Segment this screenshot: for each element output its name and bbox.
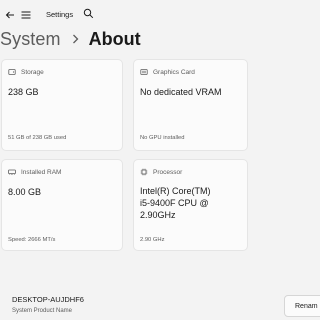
app-title: Settings (46, 10, 74, 19)
device-name-row: DESKTOP-AUJDHF6 System Product Name Rena… (0, 284, 320, 320)
ram-label: Installed RAM (21, 168, 62, 176)
graphics-card-value: No dedicated VRAM (140, 87, 222, 97)
graphics-card[interactable]: Graphics Card No dedicated VRAM No GPU i… (133, 59, 248, 151)
ram-card-header: Installed RAM (8, 168, 61, 176)
graphics-card-icon (140, 69, 148, 75)
chevron-right-icon (72, 34, 79, 44)
storage-card-header: Storage (8, 68, 44, 76)
processor-card[interactable]: Processor Intel(R) Core(TM) i5-9400F CPU… (133, 159, 248, 251)
graphics-card-detail: No GPU installed (140, 135, 185, 141)
ram-value: 8.00 GB (8, 187, 42, 197)
ram-detail: Speed: 2666 MT/s (8, 237, 56, 243)
processor-card-header: Processor (140, 168, 182, 176)
device-product-name: System Product Name (12, 308, 73, 314)
processor-value-line: i5-9400F CPU @ (140, 198, 209, 208)
graphics-card-header: Graphics Card (140, 68, 195, 76)
processor-value-line: Intel(R) Core(TM) (140, 186, 211, 196)
processor-label: Processor (153, 168, 183, 176)
device-name: DESKTOP-AUJDHF6 (12, 295, 84, 304)
storage-icon (8, 69, 16, 75)
storage-detail: 51 GB of 238 GB used (8, 135, 67, 141)
storage-value: 238 GB (8, 87, 39, 97)
processor-icon (140, 168, 148, 176)
processor-value: Intel(R) Core(TM) i5-9400F CPU @ 2.90GHz (140, 185, 211, 221)
rename-button[interactable]: Renam (284, 295, 320, 317)
breadcrumb-system[interactable]: System (0, 29, 61, 50)
ram-icon (8, 169, 16, 175)
storage-label: Storage (21, 68, 44, 76)
processor-detail: 2.90 GHz (140, 237, 165, 243)
search-icon[interactable] (83, 8, 94, 19)
processor-value-line: 2.90GHz (140, 210, 176, 220)
ram-card[interactable]: Installed RAM 8.00 GB Speed: 2666 MT/s (1, 159, 123, 251)
breadcrumb: System About (0, 26, 141, 52)
graphics-card-label: Graphics Card (153, 68, 195, 76)
back-arrow-icon[interactable] (4, 9, 16, 21)
storage-card[interactable]: Storage 238 GB 51 GB of 238 GB used (1, 59, 123, 151)
page-title: About (88, 28, 141, 49)
hamburger-menu-icon[interactable] (20, 9, 32, 21)
